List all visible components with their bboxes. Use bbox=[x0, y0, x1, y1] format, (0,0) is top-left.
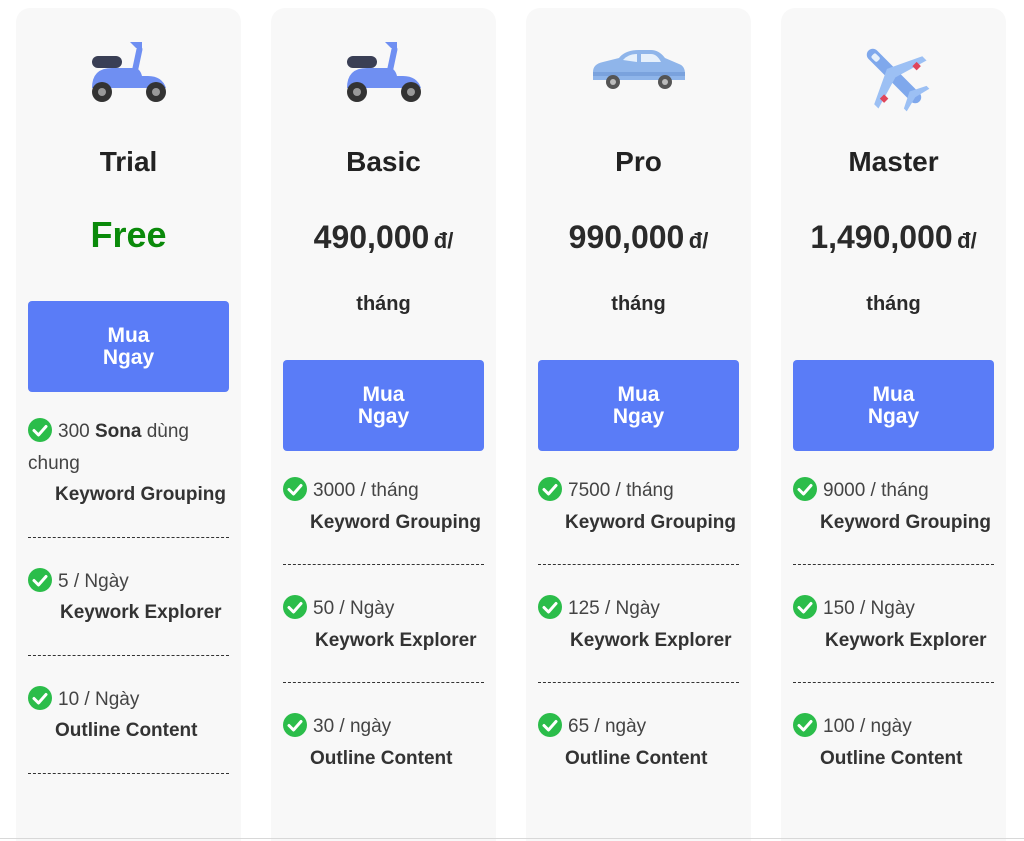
pricing-card-master: Master 1,490,000 đ/ tháng Mua Ngay 9000 … bbox=[781, 8, 1006, 841]
feature-name: Outline Content bbox=[820, 747, 963, 769]
feature-name: Keyword Grouping bbox=[565, 511, 736, 533]
feature-list: 7500 / tháng Keyword Grouping 125 / Ngày K… bbox=[538, 475, 739, 774]
buy-now-button[interactable]: Mua Ngay bbox=[283, 360, 484, 451]
feature-name: Keywork Explorer bbox=[825, 629, 987, 651]
plan-period: tháng bbox=[611, 293, 666, 315]
feature-name: Outline Content bbox=[310, 747, 453, 769]
check-icon bbox=[28, 567, 52, 592]
scooter-icon bbox=[16, 36, 241, 116]
feature-list: 9000 / tháng Keyword Grouping 150 / Ngày K… bbox=[793, 475, 994, 774]
check-icon bbox=[283, 713, 307, 737]
divider bbox=[538, 564, 739, 565]
check-icon bbox=[538, 595, 562, 619]
check-icon bbox=[283, 477, 307, 501]
feature-outline-content: 30 / ngày Outline Content bbox=[283, 711, 484, 774]
check-icon bbox=[283, 595, 307, 619]
divider bbox=[28, 772, 229, 774]
feature-name: Keywork Explorer bbox=[570, 629, 732, 651]
pricing-card-trial: Trial Free Mua Ngay 300 Sona dùng chung K… bbox=[16, 8, 241, 841]
plan-price: Free bbox=[90, 214, 167, 255]
feature-keyword-explorer: 50 / Ngày Keywork Explorer bbox=[283, 593, 484, 656]
feature-outline-content: 65 / ngày Outline Content bbox=[538, 711, 739, 774]
plan-name: Pro bbox=[615, 146, 662, 177]
plan-price: 1,490,000 đ/ bbox=[810, 219, 977, 255]
feature-keyword-grouping: 300 Sona dùng chung Keyword Grouping bbox=[28, 416, 229, 511]
check-icon bbox=[793, 595, 817, 619]
feature-name: Keywork Explorer bbox=[60, 602, 222, 623]
plan-period: tháng bbox=[356, 293, 411, 315]
check-icon bbox=[538, 477, 562, 501]
buy-now-button[interactable]: Mua Ngay bbox=[538, 360, 739, 451]
plan-price: 990,000 đ/ bbox=[568, 219, 709, 255]
feature-name: Keyword Grouping bbox=[820, 511, 991, 533]
divider bbox=[793, 682, 994, 683]
plan-name: Trial bbox=[99, 146, 158, 177]
divider bbox=[28, 654, 229, 656]
feature-name: Keyword Grouping bbox=[55, 484, 226, 505]
feature-keyword-grouping: 3000 / tháng Keyword Grouping bbox=[283, 475, 484, 538]
divider bbox=[28, 536, 229, 538]
feature-list: 300 Sona dùng chung Keyword Grouping 5 / … bbox=[28, 416, 229, 802]
buy-now-button[interactable]: Mua Ngay bbox=[793, 360, 994, 451]
pricing-page: Trial Free Mua Ngay 300 Sona dùng chung K… bbox=[0, 0, 1024, 841]
feature-outline-content: 100 / ngày Outline Content bbox=[793, 711, 994, 774]
car-icon bbox=[526, 36, 751, 116]
divider bbox=[283, 682, 484, 683]
pricing-card-pro: Pro 990,000 đ/ tháng Mua Ngay 7500 / thá… bbox=[526, 8, 751, 841]
airplane-icon bbox=[781, 36, 1006, 116]
buy-now-button[interactable]: Mua Ngay bbox=[28, 301, 229, 392]
feature-keyword-explorer: 5 / Ngày Keywork Explorer bbox=[28, 566, 229, 629]
check-icon bbox=[538, 713, 562, 737]
feature-list: 3000 / tháng Keyword Grouping 50 / Ngày Ke… bbox=[283, 475, 484, 774]
divider bbox=[793, 564, 994, 565]
plan-price: 490,000 đ/ bbox=[313, 219, 454, 255]
check-icon bbox=[28, 418, 52, 442]
page-bottom-divider bbox=[0, 838, 1024, 839]
divider bbox=[283, 564, 484, 565]
check-icon bbox=[28, 685, 52, 710]
feature-name: Outline Content bbox=[55, 720, 198, 741]
pricing-card-basic: Basic 490,000 đ/ tháng Mua Ngay 3000 / t… bbox=[271, 8, 496, 841]
feature-name: Outline Content bbox=[565, 747, 708, 769]
check-icon bbox=[793, 477, 817, 501]
feature-keyword-grouping: 9000 / tháng Keyword Grouping bbox=[793, 475, 994, 538]
divider bbox=[538, 682, 739, 683]
feature-outline-content: 10 / Ngày Outline Content bbox=[28, 684, 229, 747]
feature-keyword-explorer: 125 / Ngày Keywork Explorer bbox=[538, 593, 739, 656]
feature-name: Keyword Grouping bbox=[310, 511, 481, 533]
feature-keyword-grouping: 7500 / tháng Keyword Grouping bbox=[538, 475, 739, 538]
scooter-icon bbox=[271, 36, 496, 116]
plan-name: Master bbox=[848, 146, 939, 177]
check-icon bbox=[793, 713, 817, 737]
feature-keyword-explorer: 150 / Ngày Keywork Explorer bbox=[793, 593, 994, 656]
plan-period: tháng bbox=[866, 293, 921, 315]
feature-name: Keywork Explorer bbox=[315, 629, 477, 651]
plan-name: Basic bbox=[346, 146, 421, 177]
